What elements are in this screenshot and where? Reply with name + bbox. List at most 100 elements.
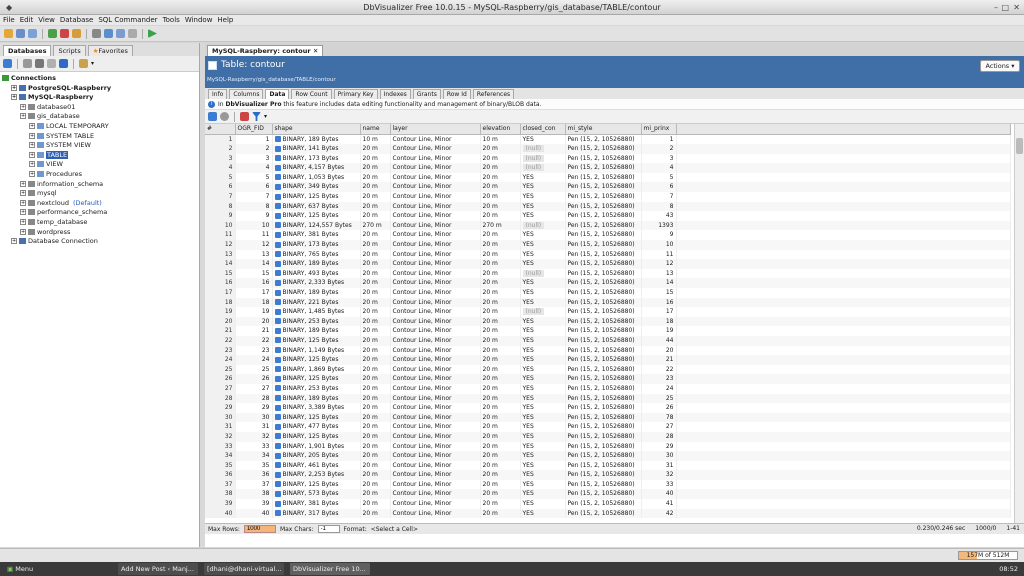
cell-mi-prinx[interactable]: 19: [641, 326, 677, 336]
menu-tools[interactable]: Tools: [163, 16, 180, 24]
cell-mi-style[interactable]: Pen (15, 2, 10526880): [565, 403, 642, 413]
cell-ogr-fid[interactable]: 39: [235, 499, 273, 509]
cell-layer[interactable]: Contour Line, Minor: [390, 374, 481, 384]
cell-ogr-fid[interactable]: 36: [235, 470, 273, 480]
cell-mi-style[interactable]: Pen (15, 2, 10526880): [565, 220, 642, 231]
menu-help[interactable]: Help: [217, 16, 233, 24]
cell-mi-style[interactable]: Pen (15, 2, 10526880): [565, 230, 642, 241]
column-header-elevation[interactable]: elevation: [480, 124, 521, 135]
window-icon[interactable]: [116, 29, 125, 38]
cell-elevation[interactable]: 20 m: [480, 499, 521, 509]
cell-closed-con[interactable]: YES: [520, 460, 566, 471]
cell-ogr-fid[interactable]: 33: [235, 441, 273, 452]
tree-node-view[interactable]: + VIEW: [0, 160, 199, 170]
cell-ogr-fid[interactable]: 19: [235, 307, 273, 317]
actions-button[interactable]: Actions ▾: [980, 60, 1020, 72]
expand-icon[interactable]: +: [20, 180, 26, 187]
cell-elevation[interactable]: 20 m: [480, 249, 521, 260]
cell-shape[interactable]: BINARY, 765 Bytes: [272, 249, 361, 260]
cell-elevation[interactable]: 20 m: [480, 383, 521, 394]
cell-closed-con[interactable]: YES: [520, 134, 566, 145]
cell-mi-prinx[interactable]: 6: [641, 182, 677, 193]
menu-edit[interactable]: Edit: [20, 16, 34, 24]
cell-closed-con[interactable]: YES: [520, 470, 566, 480]
cell-ogr-fid[interactable]: 17: [235, 288, 273, 298]
expand-icon[interactable]: +: [20, 190, 26, 197]
cell-name[interactable]: 20 m: [360, 201, 391, 212]
cell-ogr-fid[interactable]: 7: [235, 192, 273, 202]
cell--[interactable]: 6: [205, 182, 236, 193]
print-icon[interactable]: [92, 29, 101, 38]
cell-closed-con[interactable]: YES: [520, 393, 566, 404]
connect-tree-icon[interactable]: [23, 59, 32, 68]
table-row[interactable]: 1 1 BINARY, 189 Bytes 10 m Contour Line, Min…: [205, 134, 1011, 145]
tab-indexes[interactable]: Indexes: [379, 89, 411, 99]
cell-mi-style[interactable]: Pen (15, 2, 10526880): [565, 268, 642, 279]
cell-name[interactable]: 20 m: [360, 144, 391, 154]
tab-references[interactable]: References: [472, 89, 515, 99]
cell-closed-con[interactable]: (null): [520, 268, 566, 279]
maximize-icon[interactable]: □: [1001, 2, 1009, 13]
column-header-mi-style[interactable]: mi_style: [565, 124, 642, 135]
cell-mi-style[interactable]: Pen (15, 2, 10526880): [565, 422, 642, 432]
cell-closed-con[interactable]: YES: [520, 479, 566, 490]
tab-data[interactable]: Data: [265, 89, 290, 99]
table-row[interactable]: 17 17 BINARY, 189 Bytes 20 m Contour Line, M…: [205, 288, 1011, 298]
cell-name[interactable]: 20 m: [360, 268, 391, 279]
cell-elevation[interactable]: 20 m: [480, 278, 521, 288]
cell-mi-style[interactable]: Pen (15, 2, 10526880): [565, 307, 642, 317]
table-row[interactable]: 21 21 BINARY, 189 Bytes 20 m Contour Line, M…: [205, 326, 1011, 336]
tree-node-database01[interactable]: + database01: [0, 103, 199, 113]
cell-name[interactable]: 20 m: [360, 508, 391, 519]
cell-ogr-fid[interactable]: 9: [235, 211, 273, 221]
table-row[interactable]: 28 28 BINARY, 189 Bytes 20 m Contour Line, M…: [205, 393, 1011, 404]
reload-icon[interactable]: [208, 112, 217, 121]
cell-ogr-fid[interactable]: 10: [235, 220, 273, 231]
table-row[interactable]: 26 26 BINARY, 125 Bytes 20 m Contour Line, M…: [205, 374, 1011, 384]
cell-mi-prinx[interactable]: 4: [641, 163, 677, 173]
cell-shape[interactable]: BINARY, 253 Bytes: [272, 316, 361, 327]
cell-ogr-fid[interactable]: 30: [235, 412, 273, 423]
cell-shape[interactable]: BINARY, 381 Bytes: [272, 230, 361, 241]
cell--[interactable]: 2: [205, 144, 236, 154]
cell-ogr-fid[interactable]: 22: [235, 335, 273, 346]
cell-name[interactable]: 20 m: [360, 297, 391, 308]
stop-icon[interactable]: [220, 112, 229, 121]
cell-mi-prinx[interactable]: 29: [641, 441, 677, 452]
cell-name[interactable]: 20 m: [360, 230, 391, 241]
expand-icon[interactable]: +: [20, 113, 26, 120]
cell-mi-style[interactable]: Pen (15, 2, 10526880): [565, 499, 642, 509]
cell-mi-prinx[interactable]: 32: [641, 470, 677, 480]
cell-mi-prinx[interactable]: 1: [641, 134, 677, 145]
tree-node-procedures[interactable]: + Procedures: [0, 170, 199, 180]
cell-elevation[interactable]: 20 m: [480, 335, 521, 346]
tab-columns[interactable]: Columns: [229, 89, 264, 99]
cell-layer[interactable]: Contour Line, Minor: [390, 259, 481, 269]
cell-mi-prinx[interactable]: 12: [641, 259, 677, 269]
cell-shape[interactable]: BINARY, 125 Bytes: [272, 374, 361, 384]
cell-layer[interactable]: Contour Line, Minor: [390, 220, 481, 231]
cell--[interactable]: 38: [205, 489, 236, 500]
max-rows-input[interactable]: [243, 525, 276, 533]
expand-icon[interactable]: +: [29, 161, 35, 168]
cell-mi-style[interactable]: Pen (15, 2, 10526880): [565, 182, 642, 193]
cell-layer[interactable]: Contour Line, Minor: [390, 441, 481, 452]
cell-layer[interactable]: Contour Line, Minor: [390, 460, 481, 471]
table-row[interactable]: 15 15 BINARY, 493 Bytes 20 m Contour Line, M…: [205, 268, 1011, 279]
cell-layer[interactable]: Contour Line, Minor: [390, 134, 481, 145]
cell-elevation[interactable]: 20 m: [480, 172, 521, 183]
expand-icon[interactable]: +: [11, 94, 17, 101]
cell-closed-con[interactable]: YES: [520, 335, 566, 346]
cell-elevation[interactable]: 20 m: [480, 441, 521, 452]
save-icon[interactable]: [16, 29, 25, 38]
cell--[interactable]: 37: [205, 479, 236, 490]
cell-shape[interactable]: BINARY, 189 Bytes: [272, 134, 361, 145]
cell-shape[interactable]: BINARY, 125 Bytes: [272, 431, 361, 442]
cell-name[interactable]: 20 m: [360, 211, 391, 221]
cell-ogr-fid[interactable]: 28: [235, 393, 273, 404]
tree-node-table[interactable]: + TABLE: [0, 150, 199, 161]
cell-ogr-fid[interactable]: 23: [235, 345, 273, 356]
cell-mi-style[interactable]: Pen (15, 2, 10526880): [565, 393, 642, 404]
table-row[interactable]: 24 24 BINARY, 125 Bytes 20 m Contour Line, M…: [205, 355, 1011, 365]
cell-ogr-fid[interactable]: 21: [235, 326, 273, 336]
